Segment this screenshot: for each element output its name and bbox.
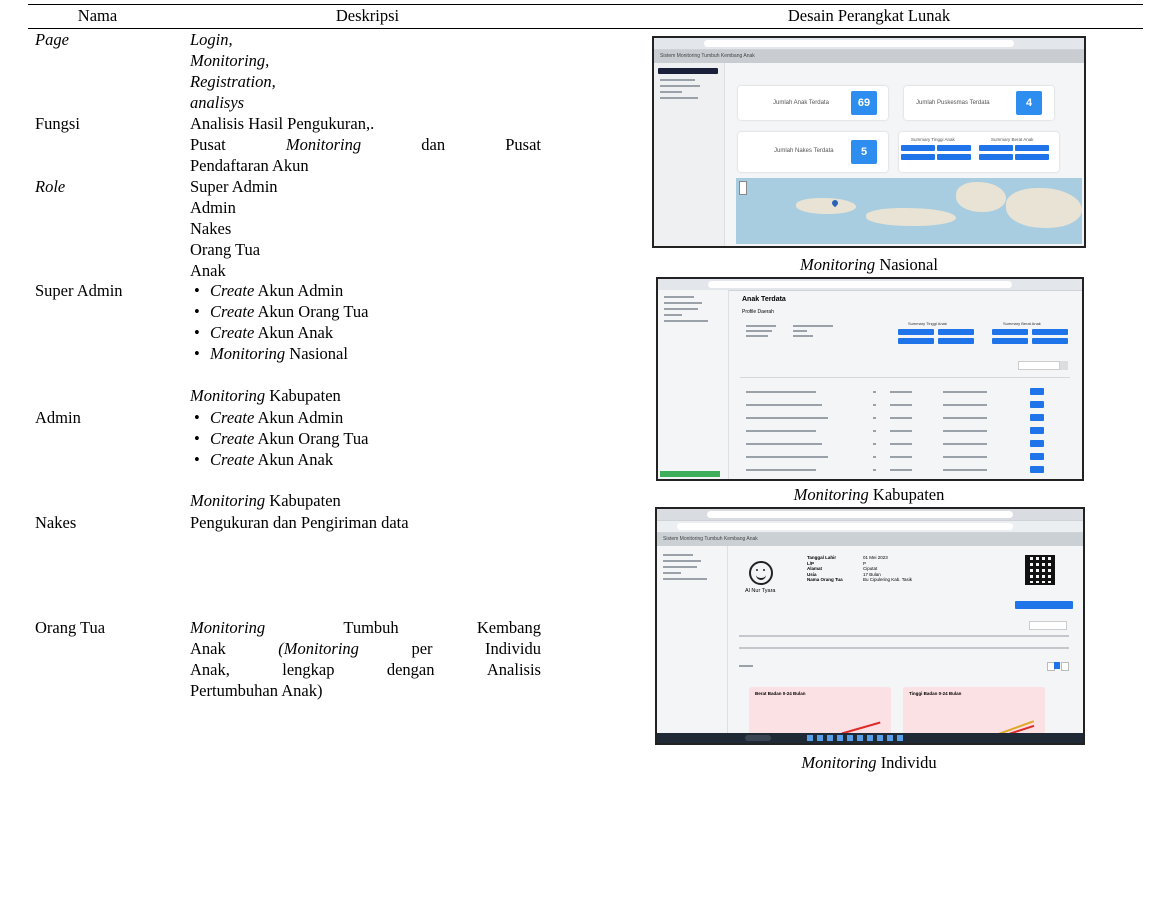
header-deskripsi: Deskripsi (335, 6, 400, 25)
chart-berat-badan: Berat Badan 0-24 Bulan (749, 687, 891, 735)
table-row (658, 413, 1082, 423)
browser-chrome (657, 509, 1083, 521)
page-item: Monitoring, (190, 51, 270, 70)
chart-tinggi-badan: Tinggi Badan 0-24 Bulan (903, 687, 1045, 740)
role-item: Nakes (190, 219, 232, 238)
page-item: analisys (190, 93, 245, 112)
screenshot-monitoring-kabupaten: Anak Terdata Profile Daerah Summary Ting… (656, 277, 1084, 481)
screenshot-monitoring-individu: Sistem Monitoring Tumbuh Kembang Anak Al… (655, 507, 1085, 745)
page-title: Anak Terdata (742, 296, 786, 303)
detail-button[interactable] (1030, 427, 1044, 434)
table-row (658, 387, 1082, 397)
caption-nasional: Monitoring Nasional (800, 255, 938, 274)
app-bar: Sistem Monitoring Tumbuh Kembang Anak (657, 533, 1083, 546)
summary-panel: Summary Tinggi Anak Summary Berat Anak (899, 132, 1059, 172)
card-nakes: Jumlah Nakes Terdata 5 (738, 132, 888, 172)
label-nakes: Nakes (35, 513, 77, 532)
pagination[interactable] (1047, 662, 1069, 671)
list-item: Create Akun Admin (190, 407, 368, 428)
role-item: Orang Tua (190, 240, 261, 259)
list-item: Monitoring Nasional (190, 343, 368, 364)
detail-button[interactable] (1030, 466, 1044, 473)
role-item: Super Admin (190, 177, 278, 196)
card-puskesmas: Jumlah Puskesmas Terdata 4 (904, 86, 1054, 120)
sidebar (654, 63, 725, 246)
page-items: Login, Monitoring, Registration, analisy… (190, 29, 276, 113)
table-row (658, 426, 1082, 436)
nakes-desc: Pengukuran dan Pengiriman data (190, 513, 409, 532)
caption-kabupaten: Monitoring Kabupaten (793, 485, 945, 504)
export-button[interactable] (1015, 601, 1073, 609)
list-item: Create Akun Orang Tua (190, 301, 368, 322)
list-item: Create Akun Admin (190, 280, 368, 301)
fungsi-desc: Analisis Hasil Pengukuran,. Pusat Monito… (190, 113, 541, 176)
search-box[interactable] (745, 735, 771, 741)
browser-chrome (654, 38, 1084, 50)
detail-button[interactable] (1030, 414, 1044, 421)
fungsi-justified-line: Pusat Monitoring dan Pusat (190, 135, 541, 154)
role-item: Anak (190, 261, 226, 280)
label-admin: Admin (35, 408, 81, 427)
detail-button[interactable] (1030, 440, 1044, 447)
table-row (658, 465, 1082, 475)
orang-tua-desc: Monitoring Tumbuh Kembang Anak (Monitori… (190, 618, 541, 700)
smiley-icon (749, 561, 773, 585)
card-anak: Jumlah Anak Terdata 69 (738, 86, 888, 120)
label-orang-tua: Orang Tua (35, 618, 106, 637)
screenshot-monitoring-nasional: Sistem Monitoring Tumbuh Kembang Anak Ju… (652, 36, 1086, 248)
admin-bullets: Create Akun Admin Create Akun Orang Tua … (190, 407, 368, 470)
label-fungsi: Fungsi (35, 114, 80, 133)
detail-button[interactable] (1030, 453, 1044, 460)
search-input[interactable] (1029, 621, 1067, 630)
fungsi-line: Pendaftaran Akun (190, 156, 309, 175)
header-nama: Nama (77, 6, 118, 25)
admin-kabupaten: Monitoring Kabupaten (190, 491, 341, 510)
role-items: Super Admin Admin Nakes Orang Tua Anak (190, 176, 278, 281)
app-bar: Sistem Monitoring Tumbuh Kembang Anak (654, 50, 1084, 63)
list-item: Create Akun Orang Tua (190, 428, 368, 449)
search-input[interactable] (1018, 361, 1060, 370)
sidebar (658, 290, 729, 479)
taskbar (657, 733, 1083, 743)
caption-individu: Monitoring Individu (801, 753, 937, 772)
detail-button[interactable] (1030, 388, 1044, 395)
detail-button[interactable] (1030, 401, 1044, 408)
label-page: Page (35, 30, 69, 49)
super-admin-kabupaten: Monitoring Kabupaten (190, 386, 341, 405)
label-role: Role (35, 177, 66, 196)
search-button[interactable] (1060, 361, 1068, 370)
table-row (658, 452, 1082, 462)
label-super-admin: Super Admin (35, 281, 123, 300)
map-view[interactable] (736, 178, 1082, 244)
child-name: Al Nur Tyara (745, 588, 776, 594)
page-item: Registration, (190, 72, 276, 91)
page-subtitle: Profile Daerah (742, 309, 774, 315)
list-item: Create Akun Anak (190, 322, 368, 343)
sidebar (657, 546, 728, 733)
table-row (658, 400, 1082, 410)
header-desain: Desain Perangkat Lunak (787, 6, 951, 25)
zoom-control[interactable] (739, 181, 747, 195)
list-item: Create Akun Anak (190, 449, 368, 470)
table-row (658, 439, 1082, 449)
role-item: Admin (190, 198, 236, 217)
super-admin-bullets: Create Akun Admin Create Akun Orang Tua … (190, 280, 368, 364)
profile-fields: Tanggal Lahir 01 Mei 2023 L/P P Alamat Cipu… (807, 555, 912, 582)
page-item: Login, (190, 30, 233, 49)
qr-code-icon (1025, 555, 1055, 585)
fungsi-line: Analisis Hasil Pengukuran,. (190, 114, 375, 133)
